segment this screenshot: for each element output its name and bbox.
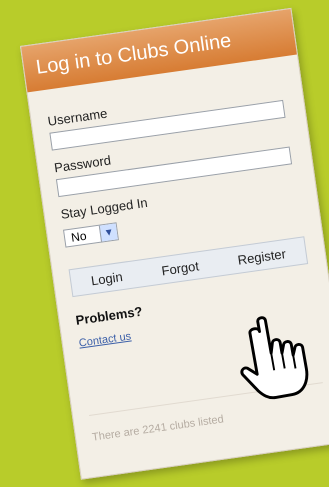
hand-pointer-icon (240, 316, 309, 400)
clubs-count-text: There are 2241 clubs listed (91, 413, 225, 444)
chevron-down-icon[interactable]: ▼ (98, 223, 118, 242)
stage: Log in to Clubs Online Username Password… (0, 0, 329, 487)
forgot-button[interactable]: Forgot (160, 258, 199, 278)
login-button[interactable]: Login (90, 269, 124, 288)
login-panel: Log in to Clubs Online Username Password… (20, 7, 329, 480)
stay-logged-in-select[interactable]: No ▼ (62, 222, 119, 248)
register-button[interactable]: Register (237, 246, 287, 268)
stay-logged-in-value: No (70, 228, 88, 245)
